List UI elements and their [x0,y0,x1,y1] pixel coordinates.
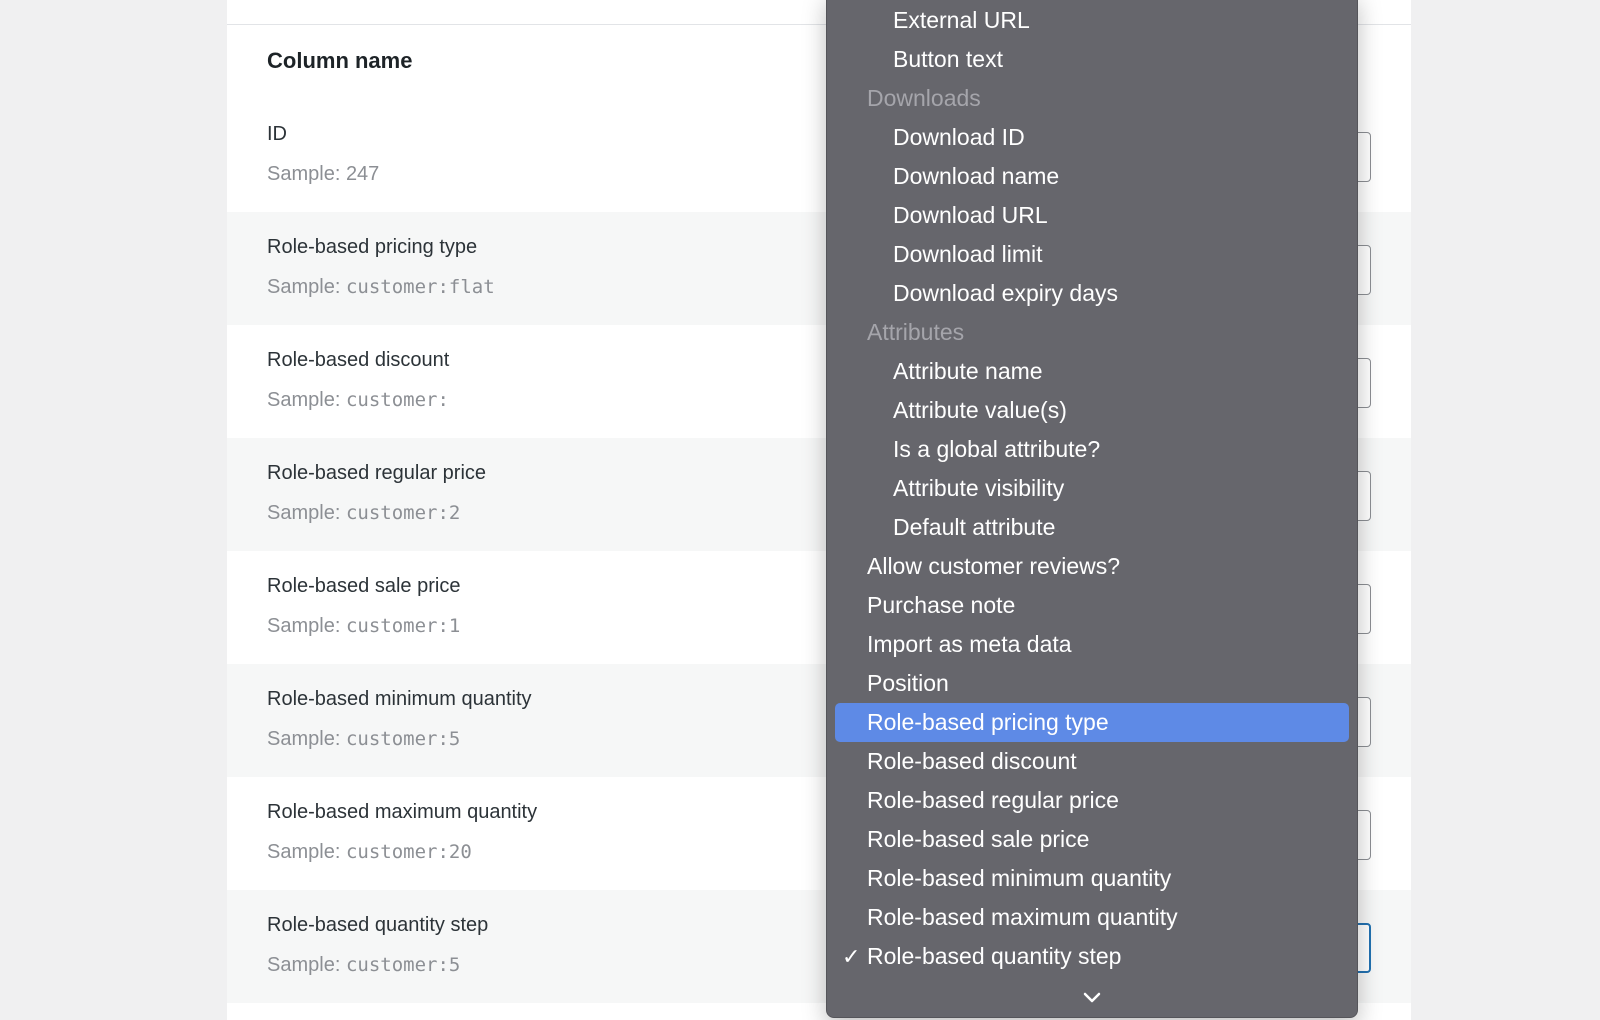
row-sample: Sample: customer:flat [267,276,495,298]
dropdown-list: External URL Button text Downloads Download… [827,1,1357,976]
dropdown-option-label: Purchase note [867,592,1016,618]
dropdown-option-label: Download URL [893,202,1048,228]
dropdown-option[interactable]: Allow customer reviews? [827,547,1357,586]
row-sample: Sample: customer:5 [267,728,461,750]
checkmark-icon: ✓ [842,944,861,969]
dropdown-option-label: Attributes [867,319,965,345]
dropdown-option-label: Download ID [893,124,1025,150]
dropdown-option[interactable]: Attribute visibility [827,469,1357,508]
dropdown-option[interactable]: Download URL [827,196,1357,235]
row-sample: Sample: 247 [267,163,380,185]
dropdown-option[interactable]: Download limit [827,235,1357,274]
row-label: Role-based discount [267,349,450,371]
dropdown-option[interactable]: Is a global attribute? [827,430,1357,469]
dropdown-option-label: Allow customer reviews? [867,553,1121,579]
row-sample: Sample: customer:2 [267,502,461,524]
dropdown-option-label: Button text [893,46,1003,72]
dropdown-option[interactable]: Download expiry days [827,274,1357,313]
row-label: Role-based sale price [267,575,461,597]
dropdown-option[interactable]: Role-based maximum quantity [827,898,1357,937]
dropdown-option-label: Role-based regular price [867,787,1119,813]
dropdown-option-highlighted[interactable]: Role-based pricing type [835,703,1349,742]
dropdown-option[interactable]: Role-based minimum quantity [827,859,1357,898]
dropdown-option-label: Role-based quantity step [867,943,1122,969]
dropdown-option-label: Attribute value(s) [893,397,1067,423]
dropdown-option-label: Role-based discount [867,748,1077,774]
row-sample: Sample: customer:1 [267,615,461,637]
row-label: ID [267,123,287,145]
dropdown-option[interactable]: Download name [827,157,1357,196]
row-sample: Sample: customer: [267,389,449,411]
chevron-down-icon [1083,992,1101,1003]
dropdown-option-label: Role-based maximum quantity [867,904,1178,930]
column-name-header: Column name [267,48,413,73]
dropdown-option[interactable]: Purchase note [827,586,1357,625]
scroll-down-arrow[interactable] [827,979,1357,1017]
dropdown-option-label: Download expiry days [893,280,1119,306]
row-label: Role-based pricing type [267,236,478,258]
dropdown-group-label: Attributes [827,313,1357,352]
dropdown-option[interactable]: Button text [827,40,1357,79]
dropdown-option[interactable]: Attribute name [827,352,1357,391]
row-label: Role-based maximum quantity [267,801,538,823]
dropdown-group-label: Downloads [827,79,1357,118]
dropdown-option-label: Download limit [893,241,1043,267]
dropdown-option[interactable]: Role-based sale price [827,820,1357,859]
row-label: Role-based regular price [267,462,487,484]
dropdown-option[interactable]: Download ID [827,118,1357,157]
row-sample: Sample: customer:5 [267,954,461,976]
row-sample: Sample: customer:20 [267,841,472,863]
row-label: Role-based quantity step [267,914,489,936]
row-label: Role-based minimum quantity [267,688,532,710]
dropdown-option-label: Import as meta data [867,631,1072,657]
dropdown-option-label: Downloads [867,85,981,111]
dropdown-option-label: Default attribute [893,514,1056,540]
dropdown-option-label: Role-based pricing type [867,709,1109,735]
dropdown-option-label: Is a global attribute? [893,436,1101,462]
dropdown-option[interactable]: External URL [827,1,1357,40]
dropdown-option[interactable]: Attribute value(s) [827,391,1357,430]
dropdown-option-label: Attribute name [893,358,1043,384]
dropdown-option[interactable]: Role-based discount [827,742,1357,781]
dropdown-option-label: External URL [893,7,1030,33]
dropdown-option-label: Role-based minimum quantity [867,865,1172,891]
dropdown-option-label: Role-based sale price [867,826,1090,852]
dropdown-option[interactable]: Position [827,664,1357,703]
dropdown-option[interactable]: Role-based regular price [827,781,1357,820]
dropdown-option[interactable]: Default attribute [827,508,1357,547]
dropdown-option-label: Download name [893,163,1060,189]
dropdown-option-selected[interactable]: ✓ Role-based quantity step [827,937,1357,976]
field-dropdown-menu[interactable]: External URL Button text Downloads Download… [826,0,1358,1018]
dropdown-option-label: Attribute visibility [893,475,1065,501]
dropdown-option-label: Position [867,670,949,696]
dropdown-option[interactable]: Import as meta data [827,625,1357,664]
